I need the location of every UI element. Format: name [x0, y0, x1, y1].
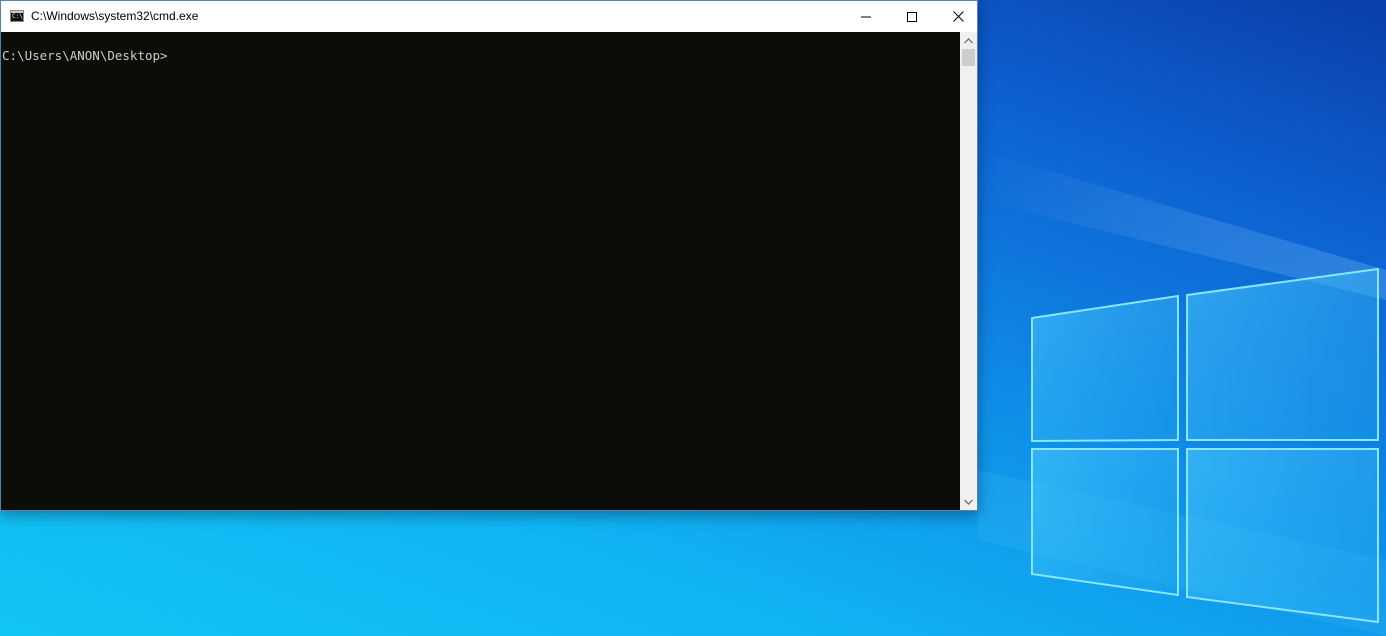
logo-pane-bottom-right	[1186, 448, 1379, 624]
cmd-icon-glyph: C:\_	[12, 13, 27, 20]
cmd-icon[interactable]: C:\_	[10, 10, 27, 22]
title-bar[interactable]: C:\_ C:\Windows\system32\cmd.exe	[1, 1, 977, 32]
console-prompt: C:\Users\ANON\Desktop>	[2, 48, 168, 63]
chevron-up-icon	[964, 37, 973, 43]
close-button[interactable]	[935, 1, 981, 32]
cmd-window[interactable]: C:\_ C:\Windows\system32\cmd.exe C:\User…	[0, 0, 978, 511]
maximize-button[interactable]	[889, 1, 935, 32]
logo-pane-top-left	[1031, 294, 1179, 443]
maximize-icon	[907, 11, 917, 22]
scroll-thumb[interactable]	[962, 49, 975, 66]
console-output[interactable]: C:\Users\ANON\Desktop>	[1, 32, 960, 510]
logo-pane-bottom-left	[1031, 448, 1179, 597]
scroll-up-button[interactable]	[960, 32, 977, 49]
window-title: C:\Windows\system32\cmd.exe	[31, 9, 199, 23]
minimize-icon	[861, 16, 871, 17]
scroll-down-button[interactable]	[960, 493, 977, 510]
chevron-down-icon	[964, 499, 973, 505]
close-icon	[952, 11, 964, 22]
logo-pane-top-right	[1186, 267, 1379, 441]
vertical-scrollbar[interactable]	[960, 32, 977, 510]
minimize-button[interactable]	[843, 1, 889, 32]
